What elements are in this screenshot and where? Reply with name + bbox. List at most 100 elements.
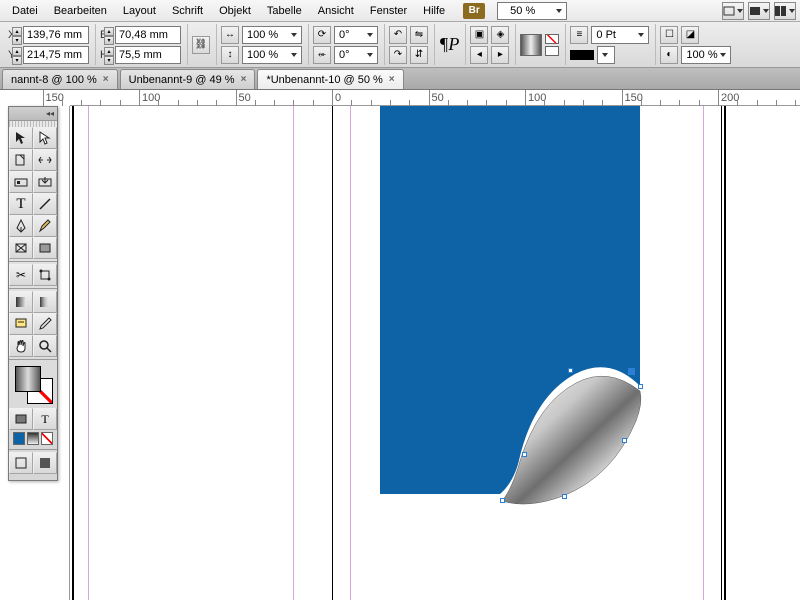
select-content-icon[interactable]: ◈ — [491, 26, 509, 44]
select-next-icon[interactable]: ▸ — [491, 46, 509, 64]
zoom-level-dropdown[interactable]: 50 % — [497, 2, 567, 20]
menu-layout[interactable]: Layout — [115, 1, 164, 21]
document-tab[interactable]: Unbenannt-9 @ 49 %× — [120, 69, 256, 89]
view-options-button[interactable] — [722, 2, 744, 20]
apply-none[interactable] — [41, 432, 53, 445]
hand-tool[interactable] — [9, 335, 33, 357]
rotate-input[interactable]: 0° — [334, 26, 378, 44]
rectangle-tool[interactable] — [33, 237, 57, 259]
chevron-down-icon — [789, 9, 795, 13]
scale-group: ↔100 % ↕100 % — [216, 24, 306, 65]
rotate-group: ⟳0° ⬰0° — [308, 24, 382, 65]
menu-schrift[interactable]: Schrift — [164, 1, 211, 21]
page-tool[interactable] — [9, 149, 33, 171]
free-transform-tool[interactable] — [33, 264, 57, 286]
selection-handle[interactable] — [628, 368, 635, 375]
fill-swatch[interactable] — [15, 366, 41, 392]
scale-y-input[interactable]: 100 % — [242, 46, 302, 64]
stroke-style-dropdown[interactable] — [597, 46, 615, 64]
menu-bearbeiten[interactable]: Bearbeiten — [46, 1, 115, 21]
flip-h-icon[interactable]: ⇋ — [410, 26, 428, 44]
gradient-feather-tool[interactable] — [33, 291, 57, 313]
flip-v-icon[interactable]: ⇵ — [410, 46, 428, 64]
rectangle-frame-tool[interactable] — [9, 237, 33, 259]
anchor-point[interactable] — [500, 498, 505, 503]
zoom-tool[interactable] — [33, 335, 57, 357]
menu-fenster[interactable]: Fenster — [362, 1, 415, 21]
stroke-swap-icon[interactable] — [545, 46, 559, 56]
scale-x-input[interactable]: 100 % — [242, 26, 302, 44]
height-input[interactable]: ▴▾75,5 mm — [115, 46, 181, 64]
shear-icon: ⬰ — [313, 46, 331, 64]
position-group: X: ▴▾139,76 mm Y: ▴▾214,75 mm — [4, 24, 93, 65]
pen-tool[interactable] — [9, 215, 33, 237]
fill-gradient-swatch[interactable] — [520, 34, 542, 56]
document-tab[interactable]: *Unbenannt-10 @ 50 %× — [257, 69, 403, 89]
document-tab[interactable]: nannt-8 @ 100 %× — [2, 69, 118, 89]
normal-view-mode[interactable] — [9, 452, 33, 474]
shear-input[interactable]: 0° — [334, 46, 378, 64]
content-collector-tool[interactable] — [9, 171, 33, 193]
horizontal-ruler[interactable]: 15010050050100150200250 — [70, 90, 800, 106]
canvas[interactable] — [70, 106, 800, 600]
note-tool[interactable] — [9, 313, 33, 335]
drop-shadow-icon[interactable]: ◪ — [681, 26, 699, 44]
close-icon[interactable]: × — [389, 74, 395, 85]
close-icon[interactable]: × — [103, 74, 109, 85]
menu-datei[interactable]: Datei — [4, 1, 46, 21]
fill-stroke-swatch[interactable] — [9, 362, 57, 408]
menu-objekt[interactable]: Objekt — [211, 1, 259, 21]
page-margin-guide — [88, 106, 294, 600]
control-bar: X: ▴▾139,76 mm Y: ▴▾214,75 mm B: ▴▾70,48… — [0, 22, 800, 68]
anchor-point[interactable] — [562, 494, 567, 499]
page-edge — [72, 106, 74, 600]
page-edge — [724, 106, 726, 600]
screen-mode-button[interactable] — [748, 2, 770, 20]
eyedropper-tool[interactable] — [33, 313, 57, 335]
opacity-input[interactable]: 100 % — [681, 46, 731, 64]
gap-tool[interactable] — [33, 149, 57, 171]
menu-ansicht[interactable]: Ansicht — [310, 1, 362, 21]
stroke-style-swatch[interactable] — [570, 50, 594, 60]
arrange-button[interactable] — [774, 2, 796, 20]
anchor-point[interactable] — [522, 452, 527, 457]
chevron-down-icon — [763, 9, 769, 13]
scissors-tool[interactable]: ✂ — [9, 264, 33, 286]
type-tool[interactable]: T — [9, 193, 33, 215]
menu-hilfe[interactable]: Hilfe — [415, 1, 453, 21]
document-tab-bar: nannt-8 @ 100 %× Unbenannt-9 @ 49 %× *Un… — [0, 68, 800, 90]
bridge-button[interactable]: Br — [463, 3, 485, 19]
menu-tabelle[interactable]: Tabelle — [259, 1, 310, 21]
page-curl-shape[interactable] — [498, 361, 648, 511]
rotate-ccw-icon[interactable]: ↶ — [389, 26, 407, 44]
anchor-point[interactable] — [638, 384, 643, 389]
stroke-none-swatch[interactable] — [545, 34, 559, 44]
panel-header[interactable]: ◂◂ — [9, 107, 57, 121]
direct-selection-tool[interactable] — [33, 127, 57, 149]
formatting-text-icon[interactable]: T — [33, 408, 57, 430]
rotate-cw-icon[interactable]: ↷ — [389, 46, 407, 64]
select-container-icon[interactable]: ▣ — [470, 26, 488, 44]
apply-gradient[interactable] — [27, 432, 39, 445]
work-area — [0, 106, 800, 600]
line-tool[interactable] — [33, 193, 57, 215]
effects-icon[interactable]: ☐ — [660, 26, 678, 44]
pencil-tool[interactable] — [33, 215, 57, 237]
apply-color[interactable] — [13, 432, 25, 445]
selection-tool[interactable] — [9, 127, 33, 149]
y-input[interactable]: ▴▾214,75 mm — [23, 46, 89, 64]
zoom-level-value: 50 % — [502, 1, 543, 21]
paragraph-style-icon[interactable]: ¶P — [439, 34, 459, 55]
select-prev-icon[interactable]: ◂ — [470, 46, 488, 64]
close-icon[interactable]: × — [241, 74, 247, 85]
x-input[interactable]: ▴▾139,76 mm — [23, 26, 89, 44]
content-placer-tool[interactable] — [33, 171, 57, 193]
constrain-proportions-icon[interactable]: ⛓ — [192, 36, 210, 54]
formatting-container-icon[interactable] — [9, 408, 33, 430]
width-input[interactable]: ▴▾70,48 mm — [115, 26, 181, 44]
anchor-point[interactable] — [622, 438, 627, 443]
preview-mode[interactable] — [33, 452, 57, 474]
stroke-weight-input[interactable]: 0 Pt — [591, 26, 649, 44]
gradient-swatch-tool[interactable] — [9, 291, 33, 313]
anchor-point[interactable] — [568, 368, 573, 373]
